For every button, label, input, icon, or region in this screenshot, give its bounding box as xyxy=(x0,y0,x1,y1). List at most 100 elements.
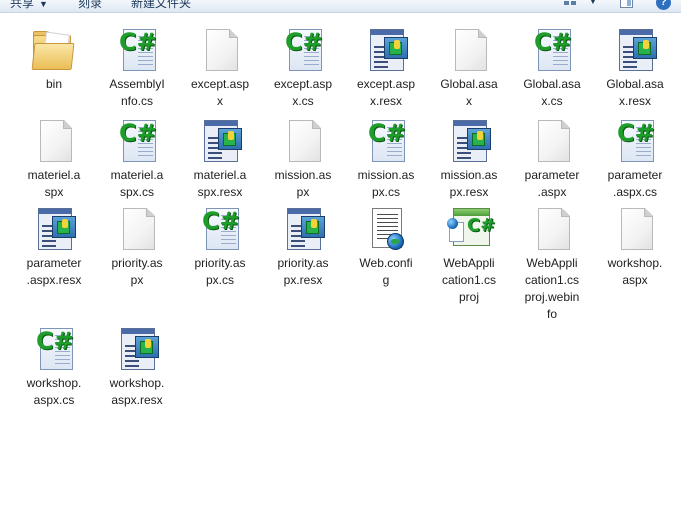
file-item[interactable]: C# priority.as px.cs xyxy=(180,205,260,289)
resource-file-icon xyxy=(196,117,244,165)
file-item[interactable]: workshop. aspx.resx xyxy=(97,325,177,409)
file-name-label: parameter .aspx xyxy=(512,167,592,201)
file-name-line: proj.webin xyxy=(524,290,580,304)
file-name-line: materiel.a xyxy=(27,168,81,182)
file-item[interactable]: priority.as px xyxy=(97,205,177,289)
blank-document-icon xyxy=(113,205,161,253)
csharp-project-icon: C# xyxy=(445,205,495,253)
file-name-line: aspx.resx xyxy=(111,393,163,407)
file-name-label: Global.asa x.cs xyxy=(512,76,592,110)
file-name-line: fo xyxy=(546,307,557,321)
file-name-label: workshop. aspx xyxy=(595,255,675,289)
file-item[interactable]: C# except.asp x.cs xyxy=(263,26,343,110)
file-name-line: spx.resx xyxy=(197,185,243,199)
file-name-line: px.resx xyxy=(449,185,489,199)
file-name-line: Global.asa xyxy=(523,77,581,91)
file-name-line: px.cs xyxy=(371,185,400,199)
file-name-label: priority.as px xyxy=(97,255,177,289)
file-name-line: px xyxy=(130,273,144,287)
file-name-line: aspx xyxy=(622,273,648,287)
file-item[interactable]: Web.confi g xyxy=(346,205,426,289)
csharp-file-icon: C# xyxy=(279,26,327,74)
file-name-line: mission.as xyxy=(357,168,415,182)
file-name-line: x.cs xyxy=(292,94,314,108)
csharp-file-icon: C# xyxy=(30,325,78,373)
file-item[interactable]: parameter .aspx.resx xyxy=(14,205,94,289)
blank-document-icon xyxy=(279,117,327,165)
file-grid: bin C# AssemblyI nfo.cs except.asp x C# except.… xyxy=(0,13,681,529)
file-item[interactable]: except.asp x xyxy=(180,26,260,110)
file-name-line: workshop. xyxy=(26,376,82,390)
file-name-line: mission.as xyxy=(274,168,332,182)
file-name-label: WebAppli cation1.cs proj.webin fo xyxy=(512,255,592,323)
resource-file-icon xyxy=(113,325,161,373)
file-name-line: parameter xyxy=(26,256,82,270)
resource-file-icon xyxy=(362,26,410,74)
file-item[interactable]: priority.as px.resx xyxy=(263,205,343,289)
file-name-line: spx.cs xyxy=(119,185,154,199)
file-name-line: px xyxy=(296,185,310,199)
share-button[interactable]: 共享 ▼ xyxy=(10,0,48,11)
file-item[interactable]: materiel.a spx.resx xyxy=(180,117,260,201)
file-item[interactable]: C# parameter .aspx.cs xyxy=(595,117,675,201)
config-file-icon xyxy=(362,205,410,253)
file-name-line: x.cs xyxy=(541,94,563,108)
file-name-label: mission.as px.cs xyxy=(346,167,426,201)
file-item[interactable]: Global.asa x xyxy=(429,26,509,110)
file-name-line: Web.confi xyxy=(359,256,413,270)
share-label: 共享 xyxy=(10,0,35,10)
file-item[interactable]: C# mission.as px.cs xyxy=(346,117,426,201)
file-item[interactable]: Global.asa x.resx xyxy=(595,26,675,110)
chevron-down-icon[interactable]: ▼ xyxy=(588,0,598,7)
file-name-line: AssemblyI xyxy=(109,77,165,91)
file-item[interactable]: C# Global.asa x.cs xyxy=(512,26,592,110)
help-icon[interactable]: ? xyxy=(656,0,671,10)
file-name-line: cation1.cs xyxy=(441,273,497,287)
file-name-line: .aspx xyxy=(537,185,567,199)
file-name-line: px.resx xyxy=(283,273,323,287)
file-name-label: parameter .aspx.cs xyxy=(595,167,675,201)
file-item[interactable]: C# materiel.a spx.cs xyxy=(97,117,177,201)
file-name-label: Global.asa x xyxy=(429,76,509,110)
file-item[interactable]: C# workshop. aspx.cs xyxy=(14,325,94,409)
preview-pane-icon[interactable] xyxy=(620,0,633,8)
file-item[interactable]: bin xyxy=(14,26,94,93)
chevron-down-icon: ▼ xyxy=(39,0,48,9)
file-name-label: materiel.a spx.cs xyxy=(97,167,177,201)
file-name-line: cation1.cs xyxy=(524,273,580,287)
new-folder-button[interactable]: 新建文件夹 xyxy=(131,0,191,11)
file-item[interactable]: workshop. aspx xyxy=(595,205,675,289)
csharp-file-icon: C# xyxy=(196,205,244,253)
file-name-line: nfo.cs xyxy=(120,94,153,108)
file-name-label: except.asp x.cs xyxy=(263,76,343,110)
resource-file-icon xyxy=(30,205,78,253)
file-item[interactable]: parameter .aspx xyxy=(512,117,592,201)
file-name-label: except.asp x.resx xyxy=(346,76,426,110)
file-name-line: materiel.a xyxy=(110,168,164,182)
file-name-line: priority.as xyxy=(277,256,329,270)
file-item[interactable]: WebAppli cation1.cs proj.webin fo xyxy=(512,205,592,323)
file-name-line: px.cs xyxy=(205,273,234,287)
blank-document-icon xyxy=(30,117,78,165)
file-name-line: Global.asa xyxy=(440,77,498,91)
csharp-file-icon: C# xyxy=(611,117,659,165)
file-item[interactable]: materiel.a spx xyxy=(14,117,94,201)
file-name-line: .aspx.cs xyxy=(612,185,657,199)
file-name-label: materiel.a spx.resx xyxy=(180,167,260,201)
command-bar: 共享 ▼ 刻录 新建文件夹 ▼ ? xyxy=(0,0,681,13)
file-name-label: Web.confi g xyxy=(346,255,426,289)
file-name-line: except.asp xyxy=(273,77,333,91)
resource-file-icon xyxy=(611,26,659,74)
file-item[interactable]: except.asp x.resx xyxy=(346,26,426,110)
file-item[interactable]: mission.as px.resx xyxy=(429,117,509,201)
resource-file-icon xyxy=(445,117,493,165)
resource-file-icon xyxy=(279,205,327,253)
file-name-line: workshop. xyxy=(607,256,663,270)
burn-button[interactable]: 刻录 xyxy=(78,0,102,11)
view-options-icon[interactable] xyxy=(564,0,578,7)
file-name-label: Global.asa x.resx xyxy=(595,76,675,110)
file-item[interactable]: C# AssemblyI nfo.cs xyxy=(97,26,177,110)
file-item[interactable]: C# WebAppli cation1.cs proj xyxy=(429,205,509,306)
file-name-label: parameter .aspx.resx xyxy=(14,255,94,289)
file-item[interactable]: mission.as px xyxy=(263,117,343,201)
